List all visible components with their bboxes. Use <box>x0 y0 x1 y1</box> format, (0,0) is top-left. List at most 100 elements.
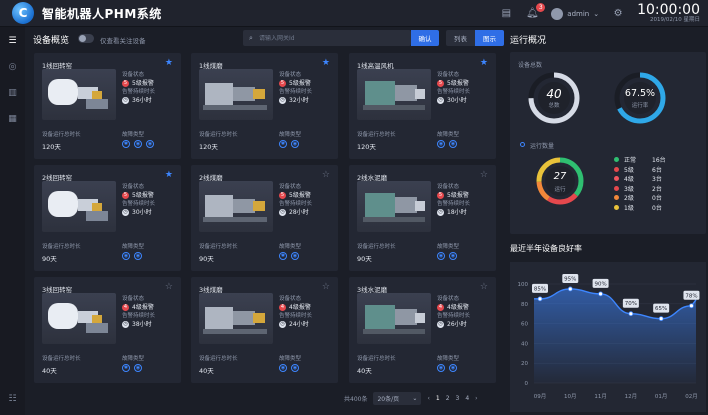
device-info: 设备状态 5 5级报警 告警持续时长 ◷ 30小时 <box>437 71 493 105</box>
data-point[interactable] <box>658 316 664 322</box>
legend-value: 6台 <box>652 166 662 174</box>
data-point[interactable] <box>628 311 634 317</box>
status-label: 设备状态 <box>437 72 460 78</box>
clock-icon: ◷ <box>437 321 444 328</box>
alarm-duration-text: 30小时 <box>132 209 152 216</box>
nav-monitor-icon[interactable]: ◎ <box>5 59 21 75</box>
message-icon[interactable]: ▤ <box>499 7 513 21</box>
status-value: 5 5级报警 <box>122 191 178 200</box>
device-info: 设备状态 5 5级报警 告警持续时长 ◷ 28小时 <box>279 183 335 217</box>
device-image <box>357 181 431 232</box>
device-card[interactable]: 1线煤磨 ★ 设备状态 5 5级报警 告警持续时长 ◷ 32小时 设备运行总时长… <box>191 53 338 159</box>
star-outline-icon[interactable]: ☆ <box>322 170 330 180</box>
app-title: 智能机器人PHM系统 <box>42 6 162 21</box>
fault-type-list: ✱ ◉ ◉ <box>122 140 154 148</box>
search-icon: ⌕ <box>249 33 253 42</box>
fault-type-label: 故障类型 <box>437 356 460 362</box>
fault-type-list: ◉ ◉ <box>279 364 299 372</box>
bell-icon[interactable]: 🔔︎ 3 <box>525 2 546 21</box>
device-card[interactable]: 3线煤磨 ☆ 设备状态 4 4级报警 告警持续时长 ◷ 24小时 设备运行总时长… <box>191 277 338 383</box>
legend-dot <box>614 195 619 200</box>
confirm-button[interactable]: 确认 <box>411 30 439 46</box>
grid-view-button[interactable]: 图示 <box>475 30 504 46</box>
star-outline-icon[interactable]: ☆ <box>165 282 173 292</box>
clock-icon: ◷ <box>279 209 286 216</box>
status-value: 4 4级报警 <box>279 303 335 312</box>
alarm-text: 5级报警 <box>289 192 311 199</box>
device-info: 设备状态 5 5级报警 告警持续时长 ◷ 30小时 <box>122 183 178 217</box>
chevron-down-icon: ⌄ <box>593 9 600 18</box>
nav-chart-icon[interactable]: ▥ <box>5 85 21 101</box>
device-image <box>357 69 431 120</box>
page-size-select[interactable]: 20条/页 ⌄ <box>373 392 422 405</box>
device-info: 设备状态 4 4级报警 告警持续时长 ◷ 26小时 <box>437 295 493 329</box>
alarm-text: 5级报警 <box>132 80 154 87</box>
y-tick-label: 80 <box>521 302 528 308</box>
alarm-level-icon: 5 <box>122 192 129 199</box>
fan-illustration <box>363 305 425 334</box>
avatar <box>551 7 564 20</box>
device-card[interactable]: 3线水泥磨 ☆ 设备状态 4 4级报警 告警持续时长 ◷ 26小时 设备运行总时… <box>349 277 496 383</box>
star-outline-icon[interactable]: ☆ <box>480 170 488 180</box>
fault-type-icon: ◉ <box>449 140 457 148</box>
running-count-value: 27 <box>553 171 567 182</box>
data-point[interactable] <box>567 286 573 292</box>
device-info: 设备状态 5 5级报警 告警持续时长 ◷ 36小时 <box>122 71 178 105</box>
legend-label: 3级 <box>624 185 634 193</box>
alarm-text: 5级报警 <box>447 80 469 87</box>
legend-item: 1级 0台 <box>614 203 662 212</box>
device-card[interactable]: 1线高温风机 ★ 设备状态 5 5级报警 告警持续时长 ◷ 30小时 设备运行总… <box>349 53 496 159</box>
status-label: 设备状态 <box>437 296 460 302</box>
alarm-level-icon: 4 <box>279 304 286 311</box>
fault-type-icon: ◉ <box>437 252 445 260</box>
star-filled-icon[interactable]: ★ <box>322 58 330 68</box>
device-card[interactable]: 2线水泥磨 ☆ 设备状态 5 5级报警 告警持续时长 ◷ 18小时 设备运行总时… <box>349 165 496 271</box>
data-label-text: 78% <box>685 293 697 299</box>
page-1[interactable]: 1 <box>436 395 440 402</box>
star-filled-icon[interactable]: ★ <box>165 170 173 180</box>
device-card[interactable]: 2线煤磨 ☆ 设备状态 5 5级报警 告警持续时长 ◷ 28小时 设备运行总时长… <box>191 165 338 271</box>
running-rate-value: 67.5% <box>624 88 656 99</box>
nav-device-icon[interactable]: ☰ <box>5 33 21 49</box>
device-card[interactable]: 2线回转窑 ★ 设备状态 5 5级报警 告警持续时长 ◷ 30小时 设备运行总时… <box>34 165 181 271</box>
nav-grid-icon[interactable]: ▦ <box>5 111 21 127</box>
data-point[interactable] <box>689 303 694 309</box>
run-total-label: 设备运行总时长 <box>199 132 238 138</box>
page-2[interactable]: 2 <box>446 395 450 402</box>
device-info: 设备状态 4 4级报警 告警持续时长 ◷ 38小时 <box>122 295 178 329</box>
status-value: 5 5级报警 <box>122 79 178 88</box>
mill-illustration <box>203 195 267 222</box>
clock-time: 10:00:00 <box>637 2 700 19</box>
list-view-button[interactable]: 列表 <box>446 30 475 46</box>
user-menu[interactable]: admin ⌄ <box>551 7 600 20</box>
legend-item: 2级 0台 <box>614 193 662 202</box>
next-page-icon[interactable]: › <box>475 395 477 402</box>
device-image <box>199 181 273 232</box>
mill-illustration <box>203 83 267 110</box>
device-card[interactable]: 3线回转窑 ☆ 设备状态 4 4级报警 告警持续时长 ◷ 38小时 设备运行总时… <box>34 277 181 383</box>
data-label: 70% <box>622 298 639 308</box>
app-logo: C <box>12 2 34 24</box>
fault-type-list: ◉ ◉ <box>122 252 142 260</box>
data-point[interactable] <box>598 291 603 297</box>
alarm-duration-value: ◷ 30小时 <box>437 96 493 105</box>
follow-toggle[interactable] <box>78 34 94 43</box>
settings-icon[interactable]: ⚙ <box>611 7 625 21</box>
search-input[interactable] <box>259 34 411 42</box>
page-4[interactable]: 4 <box>465 395 469 402</box>
run-total-label: 设备运行总时长 <box>42 132 81 138</box>
legend-dot <box>614 185 619 191</box>
prev-page-icon[interactable]: ‹ <box>427 395 429 402</box>
star-outline-icon[interactable]: ☆ <box>480 282 488 292</box>
star-filled-icon[interactable]: ★ <box>165 58 173 68</box>
star-filled-icon[interactable]: ★ <box>480 58 488 68</box>
fan-illustration <box>363 81 425 110</box>
page-3[interactable]: 3 <box>456 395 460 402</box>
device-card[interactable]: 1线回转窑 ★ 设备状态 5 5级报警 告警持续时长 ◷ 36小时 设备运行总时… <box>34 53 181 159</box>
star-outline-icon[interactable]: ☆ <box>322 282 330 292</box>
page-size-value: 20条/页 <box>377 396 400 403</box>
status-value: 5 5级报警 <box>437 191 493 200</box>
nav-menu-icon[interactable]: ☷ <box>5 391 21 407</box>
data-point[interactable] <box>537 296 543 302</box>
running-count-label: 运行数量 <box>530 143 555 150</box>
